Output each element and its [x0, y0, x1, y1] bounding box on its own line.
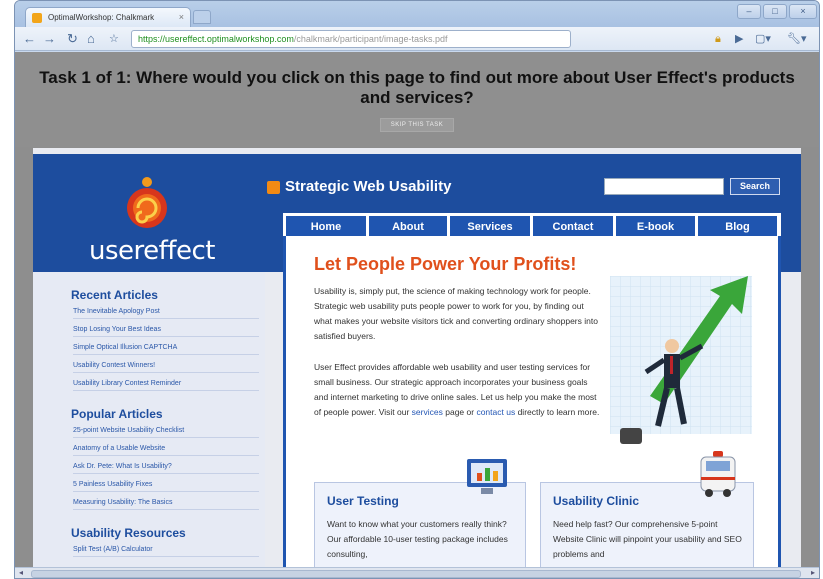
- recent-article-link[interactable]: The Inevitable Apology Post: [73, 308, 259, 319]
- site-search-button[interactable]: Search: [730, 178, 780, 195]
- site-sidebar: Recent Articles The Inevitable Apology P…: [33, 272, 265, 567]
- title-bar: OptimalWorkshop: Chalkmark × – □ ×: [15, 1, 819, 27]
- main-content: Let People Power Your Profits! Usability…: [283, 236, 781, 567]
- services-link[interactable]: services: [412, 407, 443, 417]
- popular-article-link[interactable]: 25-point Website Usability Checklist: [73, 427, 259, 438]
- browser-toolbar: ← → ↻ ⌂ ☆ https://usereffect.optimalwork…: [15, 27, 819, 51]
- new-tab-button[interactable]: [193, 10, 211, 24]
- home-icon[interactable]: ⌂: [87, 31, 95, 47]
- forward-icon[interactable]: →: [43, 31, 56, 47]
- scroll-right-icon[interactable]: ▸: [811, 568, 815, 577]
- task-question: Task 1 of 1: Where would you click on th…: [39, 68, 795, 107]
- user-testing-box[interactable]: User Testing Want to know what your cust…: [314, 459, 526, 567]
- bookmark-star-icon[interactable]: ☆: [109, 31, 119, 47]
- browser-tab[interactable]: OptimalWorkshop: Chalkmark ×: [25, 7, 191, 27]
- intro-paragraph: Usability is, simply put, the science of…: [314, 286, 598, 341]
- site-search-input[interactable]: [604, 178, 724, 195]
- popular-article-link[interactable]: Ask Dr. Pete: What Is Usability?: [73, 463, 259, 474]
- task-banner: Task 1 of 1: Where would you click on th…: [15, 52, 819, 147]
- usability-clinic-heading: Usability Clinic: [553, 494, 640, 508]
- rss-icon[interactable]: [267, 181, 280, 194]
- minimize-icon[interactable]: –: [737, 4, 761, 19]
- user-testing-heading: User Testing: [327, 494, 399, 508]
- address-host: https://usereffect.optimalworkshop.com: [138, 34, 294, 44]
- lock-icon: 🔒︎: [715, 33, 721, 45]
- browser-window: OptimalWorkshop: Chalkmark × – □ × ← → ↻…: [14, 0, 820, 579]
- reload-icon[interactable]: ↻: [67, 31, 78, 47]
- logo-text[interactable]: usereffect: [89, 236, 215, 266]
- page-menu-icon[interactable]: ▢▾: [755, 31, 771, 47]
- recent-article-link[interactable]: Usability Library Contest Reminder: [73, 380, 259, 391]
- skip-task-button[interactable]: SKIP THIS TASK: [379, 118, 455, 132]
- popular-article-link[interactable]: Measuring Usability: The Basics: [73, 499, 259, 510]
- page-viewport: Task 1 of 1: Where would you click on th…: [15, 52, 819, 567]
- usability-clinic-text: Need help fast? Our comprehensive 5-poin…: [553, 519, 742, 559]
- wrench-menu-icon[interactable]: 🔧︎▾: [787, 31, 807, 47]
- businessman-growth-illustration: [610, 276, 752, 444]
- favicon-icon: [32, 13, 42, 23]
- usability-resources-heading: Usability Resources: [71, 526, 186, 540]
- resource-link[interactable]: Split Test (A/B) Calculator: [73, 546, 259, 557]
- contact-us-link[interactable]: contact us: [476, 407, 515, 417]
- ambulance-icon: [700, 451, 736, 497]
- address-path: /chalkmark/participant/image-tasks.pdf: [293, 34, 448, 44]
- usereffect-logo-icon: [127, 177, 167, 228]
- recent-article-link[interactable]: Simple Optical Illusion CAPTCHA: [73, 344, 259, 355]
- scroll-left-icon[interactable]: ◂: [19, 568, 23, 577]
- popular-article-link[interactable]: 5 Painless Usability Fixes: [73, 481, 259, 492]
- recent-articles-heading: Recent Articles: [71, 288, 158, 302]
- address-bar[interactable]: https://usereffect.optimalworkshop.com/c…: [131, 30, 571, 48]
- monitor-chart-icon: [467, 459, 507, 494]
- close-tab-icon[interactable]: ×: [179, 12, 184, 22]
- close-window-icon[interactable]: ×: [789, 4, 817, 19]
- maximize-icon[interactable]: □: [763, 4, 787, 19]
- main-heading: Let People Power Your Profits!: [314, 254, 577, 274]
- services-paragraph-end: directly to learn more.: [517, 407, 600, 417]
- tab-title: OptimalWorkshop: Chalkmark: [48, 13, 155, 22]
- recent-article-link[interactable]: Stop Losing Your Best Ideas: [73, 326, 259, 337]
- site-tagline: Strategic Web Usability: [285, 178, 452, 195]
- user-testing-text: Want to know what your customers really …: [327, 519, 508, 559]
- services-paragraph-mid: page or: [445, 407, 475, 417]
- back-icon[interactable]: ←: [23, 31, 36, 47]
- popular-articles-heading: Popular Articles: [71, 407, 163, 421]
- services-paragraph: User Effect provides affordable web usab…: [314, 360, 604, 420]
- scrollbar-thumb[interactable]: [31, 570, 801, 578]
- play-icon[interactable]: ▶: [735, 31, 743, 47]
- website-screenshot[interactable]: usereffect Strategic Web Usability Searc…: [33, 148, 801, 567]
- horizontal-scrollbar[interactable]: ◂ ▸: [15, 567, 819, 578]
- usability-clinic-box[interactable]: Usability Clinic Need help fast? Our com…: [540, 451, 754, 567]
- popular-article-link[interactable]: Anatomy of a Usable Website: [73, 445, 259, 456]
- recent-article-link[interactable]: Usability Contest Winners!: [73, 362, 259, 373]
